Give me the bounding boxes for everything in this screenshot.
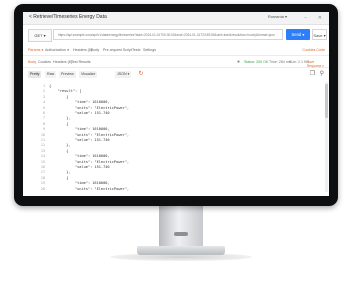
response-code-editor[interactable]: 1 2 3 4 5 6 7 8 9 10 11 12 13 14 15 16 17 18 19 20 { "resul… — [23, 82, 329, 196]
line-number: 8 — [42, 121, 45, 126]
code-line: }, — [49, 116, 71, 121]
line-number: 20 — [40, 186, 45, 191]
wrap-lines-icon[interactable]: ↻ — [137, 70, 145, 78]
format-pretty[interactable]: Pretty — [28, 71, 42, 78]
code-line: }, — [49, 143, 71, 148]
tab-pre-request-script[interactable]: Pre-request Script — [103, 48, 132, 52]
line-number: 4 — [42, 100, 45, 105]
code-line: "units": "ElectricPower", — [49, 132, 130, 137]
search-icon[interactable]: ⚲ — [320, 70, 324, 77]
tab-authorization[interactable]: Authorization ● — [45, 48, 69, 52]
tab-settings[interactable]: Settings — [143, 48, 156, 52]
line-number: 15 — [40, 159, 45, 164]
send-button[interactable]: Send ▾ — [286, 29, 310, 40]
monitor-bezel: < Retrieve/Timeseries Energy Data Romani… — [14, 4, 338, 206]
code-line: { — [49, 148, 69, 153]
tab-response-body[interactable]: Body — [28, 60, 36, 64]
request-title[interactable]: < Retrieve/Timeseries Energy Data — [29, 14, 107, 20]
code-line: "result": [ — [49, 89, 82, 94]
line-number: 2 — [42, 89, 45, 94]
method-select[interactable]: GET ▾ — [28, 29, 52, 42]
monitor-stand-neck — [159, 206, 203, 248]
save-response-button[interactable]: Save Response ▾ — [307, 60, 329, 68]
format-bar: Pretty Raw Preview Visualize JSON ▾ ↻ ❐ … — [23, 69, 329, 80]
cable-slot — [174, 232, 188, 236]
code-line: "value": 151.740 — [49, 138, 110, 142]
code-scrollbar-thumb[interactable] — [325, 84, 328, 118]
code-line: "time": 1610000, — [49, 154, 110, 159]
code-line: "time": 1610000, — [49, 127, 110, 132]
close-icon[interactable]: ✕ — [318, 15, 322, 21]
line-number: 11 — [40, 138, 45, 142]
format-raw[interactable]: Raw — [45, 71, 57, 78]
format-select[interactable]: JSON ▾ — [115, 71, 132, 78]
format-preview[interactable]: Preview — [59, 71, 76, 78]
line-number: 9 — [42, 127, 45, 132]
code-line: "units": "ElectricPower", — [49, 105, 130, 110]
code-line: "time": 1610000, — [49, 181, 110, 186]
line-number: 10 — [40, 132, 45, 137]
response-size: Size: 2.1 KB — [289, 60, 309, 64]
title-bar: < Retrieve/Timeseries Energy Data Romani… — [23, 12, 329, 25]
tab-params[interactable]: Params ● — [28, 48, 44, 52]
line-number: 3 — [42, 94, 45, 99]
code-line: "units": "ElectricPower", — [49, 186, 130, 191]
minimize-icon[interactable]: − — [304, 15, 307, 21]
code-line: "units": "ElectricPower", — [49, 159, 130, 164]
code-line: { — [49, 84, 52, 88]
code-line: "value": 151.740 — [49, 111, 110, 115]
line-number: 1 — [42, 84, 45, 88]
response-tabs: Body Cookies Headers (8) Test Results ● … — [23, 57, 329, 68]
format-visualize[interactable]: Visualize — [79, 71, 98, 78]
response-time: Time: 284 ms — [269, 60, 291, 64]
code-line: }, — [49, 170, 71, 175]
code-line: "time": 1610000, — [49, 100, 110, 105]
copy-icon[interactable]: ❐ — [310, 70, 315, 77]
url-input[interactable]: https://api.example.com/api/v1/data/ener… — [53, 29, 283, 40]
code-line: { — [49, 175, 69, 180]
request-tabs: Params ● Authorization ● Headers (8) Bod… — [23, 46, 329, 56]
code-line: "value": 151.740 — [49, 165, 110, 169]
code-line: { — [49, 121, 69, 126]
line-number: 16 — [40, 165, 45, 169]
line-number: 19 — [40, 181, 45, 186]
line-number: 17 — [40, 170, 45, 175]
tab-body[interactable]: Body — [91, 48, 99, 52]
line-number: 18 — [40, 175, 45, 180]
tab-test-results[interactable]: Test Results — [71, 60, 91, 64]
line-number: 14 — [40, 154, 45, 159]
code-line: { — [49, 94, 69, 99]
save-button[interactable]: Save ▾ — [312, 29, 327, 40]
globe-icon: ● — [237, 59, 241, 65]
line-number: 7 — [42, 116, 45, 121]
line-number: 13 — [40, 148, 45, 153]
line-number: 5 — [42, 105, 45, 110]
environment-select[interactable]: Romania ▾ — [268, 14, 287, 19]
tab-tests[interactable]: Tests — [132, 48, 140, 52]
status-code: Status: 200 OK — [244, 60, 269, 64]
line-number-gutter: 1 2 3 4 5 6 7 8 9 10 11 12 13 14 15 16 17 18 19 20 — [23, 82, 45, 196]
screen: < Retrieve/Timeseries Energy Data Romani… — [23, 12, 329, 196]
tab-headers[interactable]: Headers (8) — [73, 48, 92, 52]
tab-response-headers[interactable]: Headers (8) — [53, 60, 72, 64]
url-bar: GET ▾ https://api.example.com/api/v1/dat… — [23, 26, 329, 43]
line-number: 6 — [42, 111, 45, 115]
monitor-stand-base — [137, 246, 225, 255]
cookies-code-links[interactable]: Cookies Code — [302, 48, 325, 52]
line-number: 12 — [40, 143, 45, 148]
tab-cookies[interactable]: Cookies — [38, 60, 51, 64]
